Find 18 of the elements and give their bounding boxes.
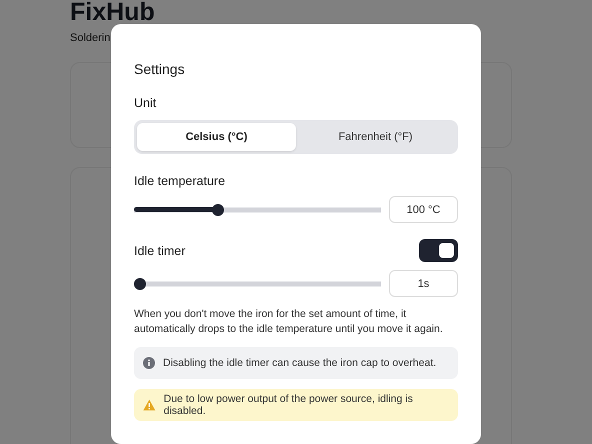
unit-option[interactable]: Celsius (°C): [137, 123, 296, 151]
description-text: When you don't move the iron for the set amount of time, it automatically drops to the idle temperature until you move it again.: [134, 307, 444, 337]
notice-text: Due to low power output of the power source, idling is disabled.: [164, 393, 414, 417]
toggle-switch[interactable]: [419, 239, 458, 262]
field-label: Idle timer: [134, 244, 186, 258]
page-title: FixHub: [70, 0, 155, 24]
dialog-title: Settings: [134, 61, 185, 77]
warning-icon: [143, 399, 156, 411]
slider-thumb[interactable]: [134, 278, 146, 290]
page-subtitle: Solderin: [70, 32, 110, 45]
unit-option[interactable]: Fahrenheit (°F): [296, 123, 455, 151]
field-label: Idle temperature: [134, 174, 226, 188]
field-label: Unit: [134, 96, 156, 110]
value-field[interactable]: 1s: [389, 270, 458, 297]
info-icon: [143, 357, 155, 369]
value-field[interactable]: 100 °C: [389, 196, 458, 223]
notice-text: Disabling the idle timer can cause the iron cap to overheat.: [163, 357, 436, 369]
slider-thumb[interactable]: [212, 204, 224, 216]
